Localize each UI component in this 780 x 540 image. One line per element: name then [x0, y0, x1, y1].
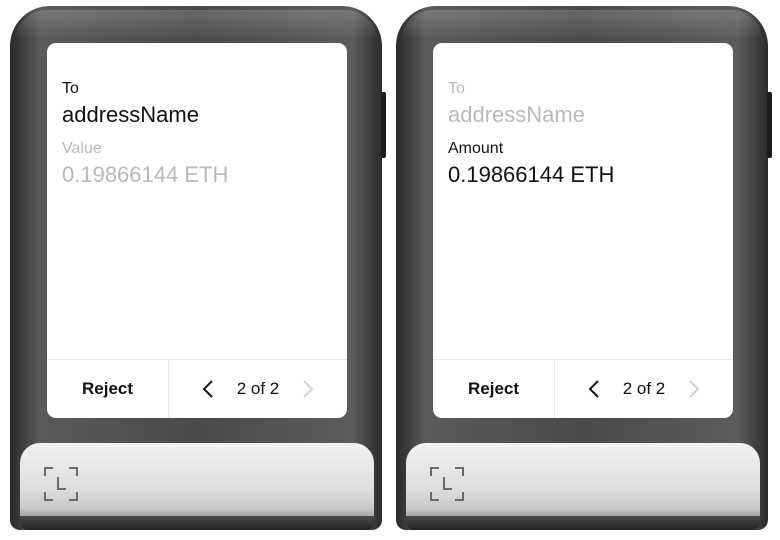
reject-button[interactable]: Reject — [433, 360, 555, 418]
page-indicator: 2 of 2 — [622, 379, 666, 398]
device-base — [20, 516, 374, 530]
ledger-logo-icon — [44, 467, 78, 506]
chevron-right-icon — [679, 374, 709, 404]
screen-footer: Reject 2 of 2 — [47, 359, 347, 418]
pagination: 2 of 2 — [169, 360, 347, 418]
side-button[interactable] — [767, 92, 772, 158]
side-button[interactable] — [381, 92, 386, 158]
field-label: To — [448, 80, 465, 97]
field-label: Amount — [448, 140, 504, 157]
field-to: To addressName — [62, 79, 332, 129]
field-value: addressName — [62, 102, 199, 127]
stage: To addressName Value 0.19866144 ETH Reje… — [0, 0, 780, 540]
pagination: 2 of 2 — [555, 360, 733, 418]
chevron-right-icon — [293, 374, 323, 404]
field-label: Value — [62, 140, 102, 157]
device-screen: To addressName Amount 0.19866144 ETH Rej… — [433, 43, 733, 418]
device-chin — [20, 443, 374, 527]
review-fields: To addressName Amount 0.19866144 ETH — [448, 79, 718, 189]
screen-footer: Reject 2 of 2 — [433, 359, 733, 418]
device-base — [406, 516, 760, 530]
field-value-amount: Value 0.19866144 ETH — [62, 139, 332, 189]
field-to: To addressName — [448, 79, 718, 129]
field-amount: Amount 0.19866144 ETH — [448, 139, 718, 189]
device-chin — [406, 443, 760, 527]
page-indicator: 2 of 2 — [236, 379, 280, 398]
device-right: To addressName Amount 0.19866144 ETH Rej… — [396, 6, 772, 530]
review-fields: To addressName Value 0.19866144 ETH — [62, 79, 332, 189]
field-value: addressName — [448, 102, 585, 127]
ledger-logo-icon — [430, 467, 464, 506]
field-value: 0.19866144 ETH — [448, 162, 615, 187]
field-value: 0.19866144 ETH — [62, 162, 229, 187]
chevron-left-icon[interactable] — [193, 374, 223, 404]
device-screen: To addressName Value 0.19866144 ETH Reje… — [47, 43, 347, 418]
device-left: To addressName Value 0.19866144 ETH Reje… — [10, 6, 386, 530]
chevron-left-icon[interactable] — [579, 374, 609, 404]
reject-button[interactable]: Reject — [47, 360, 169, 418]
field-label: To — [62, 80, 79, 97]
